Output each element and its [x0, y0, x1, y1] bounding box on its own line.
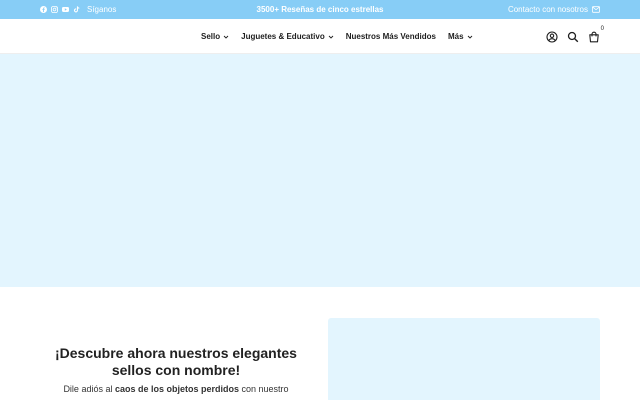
nav-item-label: Juguetes & Educativo: [241, 32, 325, 41]
chevron-down-icon: [328, 34, 334, 40]
follow-us-label: Síganos: [87, 5, 117, 14]
nav-item-sello[interactable]: Sello: [201, 32, 229, 41]
contact-label: Contacto con nosotros: [507, 5, 588, 14]
site-header: Sello Juguetes & Educativo Nuestros Más …: [0, 19, 640, 54]
featured-section: ¡Descubre ahora nuestros elegantes sello…: [0, 287, 640, 400]
facebook-icon[interactable]: [40, 6, 47, 13]
announcement-bar: Síganos 3500+ Reseñas de cinco estrellas…: [0, 0, 640, 19]
chevron-down-icon: [223, 34, 229, 40]
chevron-down-icon: [467, 34, 473, 40]
hero-banner: [0, 54, 640, 287]
desc-prefix: Dile adiós al: [63, 384, 113, 394]
youtube-icon[interactable]: [62, 6, 69, 13]
announcement-text[interactable]: 3500+ Reseñas de cinco estrellas: [257, 5, 384, 14]
desc-suffix: con nuestro: [241, 384, 289, 394]
nav-item-mas[interactable]: Más: [448, 32, 473, 41]
header-actions: 0: [546, 19, 604, 54]
nav-item-juguetes[interactable]: Juguetes & Educativo: [241, 32, 334, 41]
nav-item-label: Nuestros Más Vendidos: [345, 32, 436, 41]
search-icon[interactable]: [567, 31, 579, 43]
section-media: [328, 318, 600, 400]
section-heading: ¡Descubre ahora nuestros elegantes sello…: [55, 345, 297, 378]
nav-item-label: Sello: [201, 32, 221, 41]
main-nav: Sello Juguetes & Educativo Nuestros Más …: [201, 19, 473, 54]
desc-bold: caos de los objetos perdidos: [114, 384, 240, 394]
account-icon[interactable]: [546, 30, 558, 43]
tiktok-icon[interactable]: [73, 6, 80, 13]
mail-icon: [592, 6, 600, 13]
cart-count-badge: 0: [600, 25, 604, 32]
instagram-icon[interactable]: [51, 6, 58, 13]
nav-item-label: Más: [447, 32, 464, 41]
contact-link[interactable]: Contacto con nosotros: [508, 0, 600, 19]
social-links: Síganos: [40, 0, 116, 19]
nav-item-mas-vendidos[interactable]: Nuestros Más Vendidos: [346, 32, 436, 41]
cart-icon[interactable]: 0: [588, 26, 604, 43]
section-description: Dile adiós al caos de los objetos perdid…: [52, 384, 300, 394]
